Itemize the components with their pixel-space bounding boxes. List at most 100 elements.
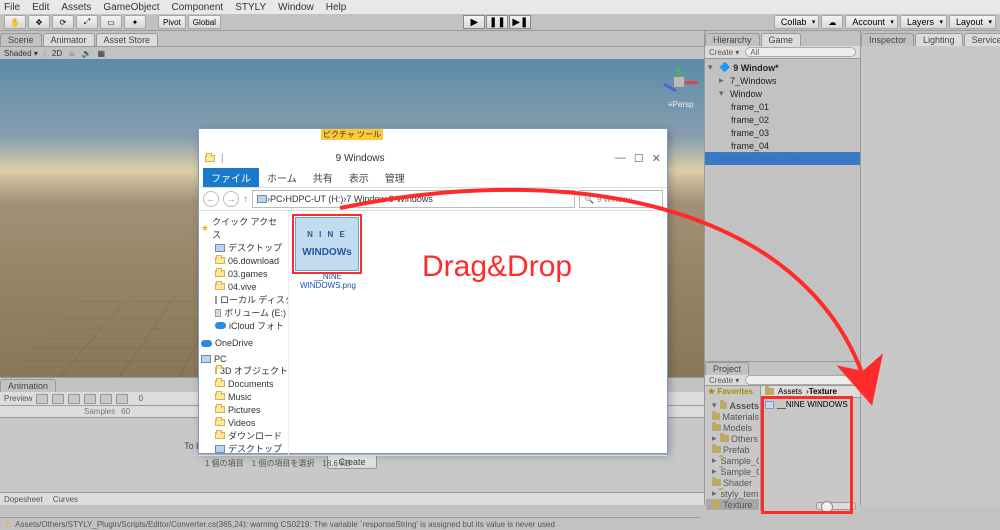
tab-services[interactable]: Services (964, 33, 1000, 46)
hier-scene-row[interactable]: ▾🔷 9 Window* (705, 61, 860, 74)
menu-styly[interactable]: STYLY (235, 2, 266, 13)
menu-window[interactable]: Window (278, 2, 314, 13)
anim-first-button[interactable] (52, 394, 64, 404)
nav-item[interactable]: iCloud フォト (201, 319, 286, 332)
menu-edit[interactable]: Edit (32, 2, 49, 13)
orientation-gizmo[interactable]: ≡Persp (662, 65, 696, 99)
up-button[interactable]: ↑ (243, 194, 248, 205)
hier-item[interactable]: frame_02 (705, 113, 860, 126)
hier-search-field[interactable]: All (745, 47, 856, 57)
proj-search-field[interactable] (745, 375, 856, 385)
pause-button[interactable]: ❚❚ (486, 15, 508, 29)
back-button[interactable]: ← (203, 191, 219, 207)
nav-item[interactable]: Videos (201, 416, 286, 429)
explorer-tab-manage[interactable]: 管理 (377, 168, 413, 187)
hier-item[interactable]: ▸7_Windows (705, 74, 860, 87)
lighting-icon[interactable]: ☼ (68, 49, 75, 58)
layout-dropdown[interactable]: Layout (949, 15, 996, 29)
file-thumbnail[interactable]: N I N E WINDOWs __NINEWINDOWS.png (295, 217, 361, 291)
global-toggle[interactable]: Global (188, 15, 221, 29)
tab-project[interactable]: Project (705, 362, 749, 375)
nav-item[interactable]: デスクトップ (201, 442, 286, 455)
close-button[interactable]: ✕ (652, 152, 661, 165)
collab-dropdown[interactable]: Collab (774, 15, 820, 29)
menu-component[interactable]: Component (172, 2, 224, 13)
nav-item[interactable]: Music (201, 390, 286, 403)
rotate-tool-button[interactable]: ⟳ (52, 15, 74, 29)
menu-bar[interactable]: File Edit Assets GameObject Component ST… (0, 0, 1000, 14)
hier-create-dropdown[interactable]: Create ▾ (709, 48, 739, 57)
pivot-toggle[interactable]: Pivot (158, 15, 186, 29)
hier-item[interactable]: frame_04 (705, 139, 860, 152)
tab-asset-store[interactable]: Asset Store (96, 33, 159, 46)
tab-animation[interactable]: Animation (0, 379, 56, 392)
anim-play-button[interactable] (84, 394, 96, 404)
menu-gameobject[interactable]: GameObject (103, 2, 159, 13)
hier-item-selected[interactable]: Masked Object_cube (705, 152, 860, 165)
tab-inspector[interactable]: Inspector (861, 33, 914, 46)
address-bar[interactable]: › PC › HDPC-UT (H:) › 7 Window › 9 Windo… (252, 190, 575, 208)
nav-item[interactable]: ローカル ディスク... (201, 293, 286, 306)
rect-tool-button[interactable]: ▭ (100, 15, 122, 29)
nav-item[interactable]: ボリューム (E:) (201, 306, 286, 319)
tab-hierarchy[interactable]: Hierarchy (705, 33, 760, 46)
anim-prev-button[interactable] (68, 394, 80, 404)
maximize-button[interactable]: ☐ (634, 152, 644, 165)
explorer-file-tab[interactable]: ファイル (203, 168, 259, 187)
explorer-tab-home[interactable]: ホーム (259, 168, 305, 187)
explorer-tab-share[interactable]: 共有 (305, 168, 341, 187)
nav-item[interactable]: 03.games (201, 267, 286, 280)
anim-next-button[interactable] (100, 394, 112, 404)
tab-game[interactable]: Game (761, 33, 802, 46)
minimize-button[interactable]: — (615, 152, 626, 165)
project-tree[interactable]: ★ Favorites ▾Assets Materials Models ▸Ot… (705, 386, 761, 511)
nav-item[interactable]: 04.vive (201, 280, 286, 293)
menu-help[interactable]: Help (326, 2, 347, 13)
anim-last-button[interactable] (116, 394, 128, 404)
tab-animator[interactable]: Animator (43, 33, 95, 46)
explorer-search-input[interactable]: 🔍 9 Window... (579, 190, 663, 208)
step-button[interactable]: ▶❚ (509, 15, 531, 29)
gizmo-cube[interactable] (673, 76, 685, 88)
anim-frame-field[interactable]: 0 (138, 394, 142, 403)
2d-toggle[interactable]: 2D (52, 49, 62, 58)
nav-item[interactable]: 06.download (201, 254, 286, 267)
explorer-tab-view[interactable]: 表示 (341, 168, 377, 187)
nav-item[interactable]: デスクトップ (201, 241, 286, 254)
explorer-nav-tree[interactable]: ★クイック アクセス デスクトップ 06.download 03.games 0… (199, 211, 289, 455)
transform-tool-button[interactable]: ✦ (124, 15, 146, 29)
fx-icon[interactable]: ▦ (97, 49, 105, 58)
nav-item[interactable]: ダウンロード (201, 429, 286, 442)
shaded-dropdown[interactable]: Shaded ▾ (4, 49, 38, 58)
tab-scene[interactable]: Scene (0, 33, 42, 46)
menu-file[interactable]: File (4, 2, 20, 13)
explorer-title: 9 Windows (336, 153, 385, 164)
scene-tabs[interactable]: Scene Animator Asset Store (0, 31, 704, 46)
anim-record-button[interactable] (36, 394, 48, 404)
nav-item[interactable]: 3D オブジェクト (201, 364, 286, 377)
samples-field[interactable]: 60 (121, 407, 130, 416)
gizmo-x-axis[interactable] (684, 81, 698, 84)
hier-item[interactable]: frame_03 (705, 126, 860, 139)
audio-icon[interactable]: 🔊 (82, 49, 92, 58)
nav-item[interactable]: Documents (201, 377, 286, 390)
scale-tool-button[interactable]: ⤢ (76, 15, 98, 29)
tab-lighting[interactable]: Lighting (915, 33, 963, 46)
dopesheet-tab[interactable]: Dopesheet (4, 495, 43, 504)
hand-tool-button[interactable]: ✋ (4, 15, 26, 29)
cloud-button[interactable]: ☁ (821, 15, 843, 29)
play-button[interactable]: ▶ (463, 15, 485, 29)
hier-item[interactable]: frame_01 (705, 100, 860, 113)
account-dropdown[interactable]: Account (845, 15, 898, 29)
proj-create-dropdown[interactable]: Create ▾ (709, 376, 739, 385)
hier-item[interactable]: ▾Window (705, 87, 860, 100)
forward-button[interactable]: → (223, 191, 239, 207)
explorer-window[interactable]: ピクチャ ツール | 9 Windows — ☐ ✕ ファイル ホーム 共有 表… (198, 128, 668, 454)
curves-tab[interactable]: Curves (53, 495, 78, 504)
layers-dropdown[interactable]: Layers (900, 15, 947, 29)
console-warning-bar[interactable]: ⚠ Assets/Others/STYLY_Plugin/Scripts/Edi… (0, 517, 700, 530)
move-tool-button[interactable]: ✥ (28, 15, 50, 29)
nav-item[interactable]: Pictures (201, 403, 286, 416)
explorer-file-list[interactable]: N I N E WINDOWs __NINEWINDOWS.png (289, 211, 667, 455)
menu-assets[interactable]: Assets (61, 2, 91, 13)
